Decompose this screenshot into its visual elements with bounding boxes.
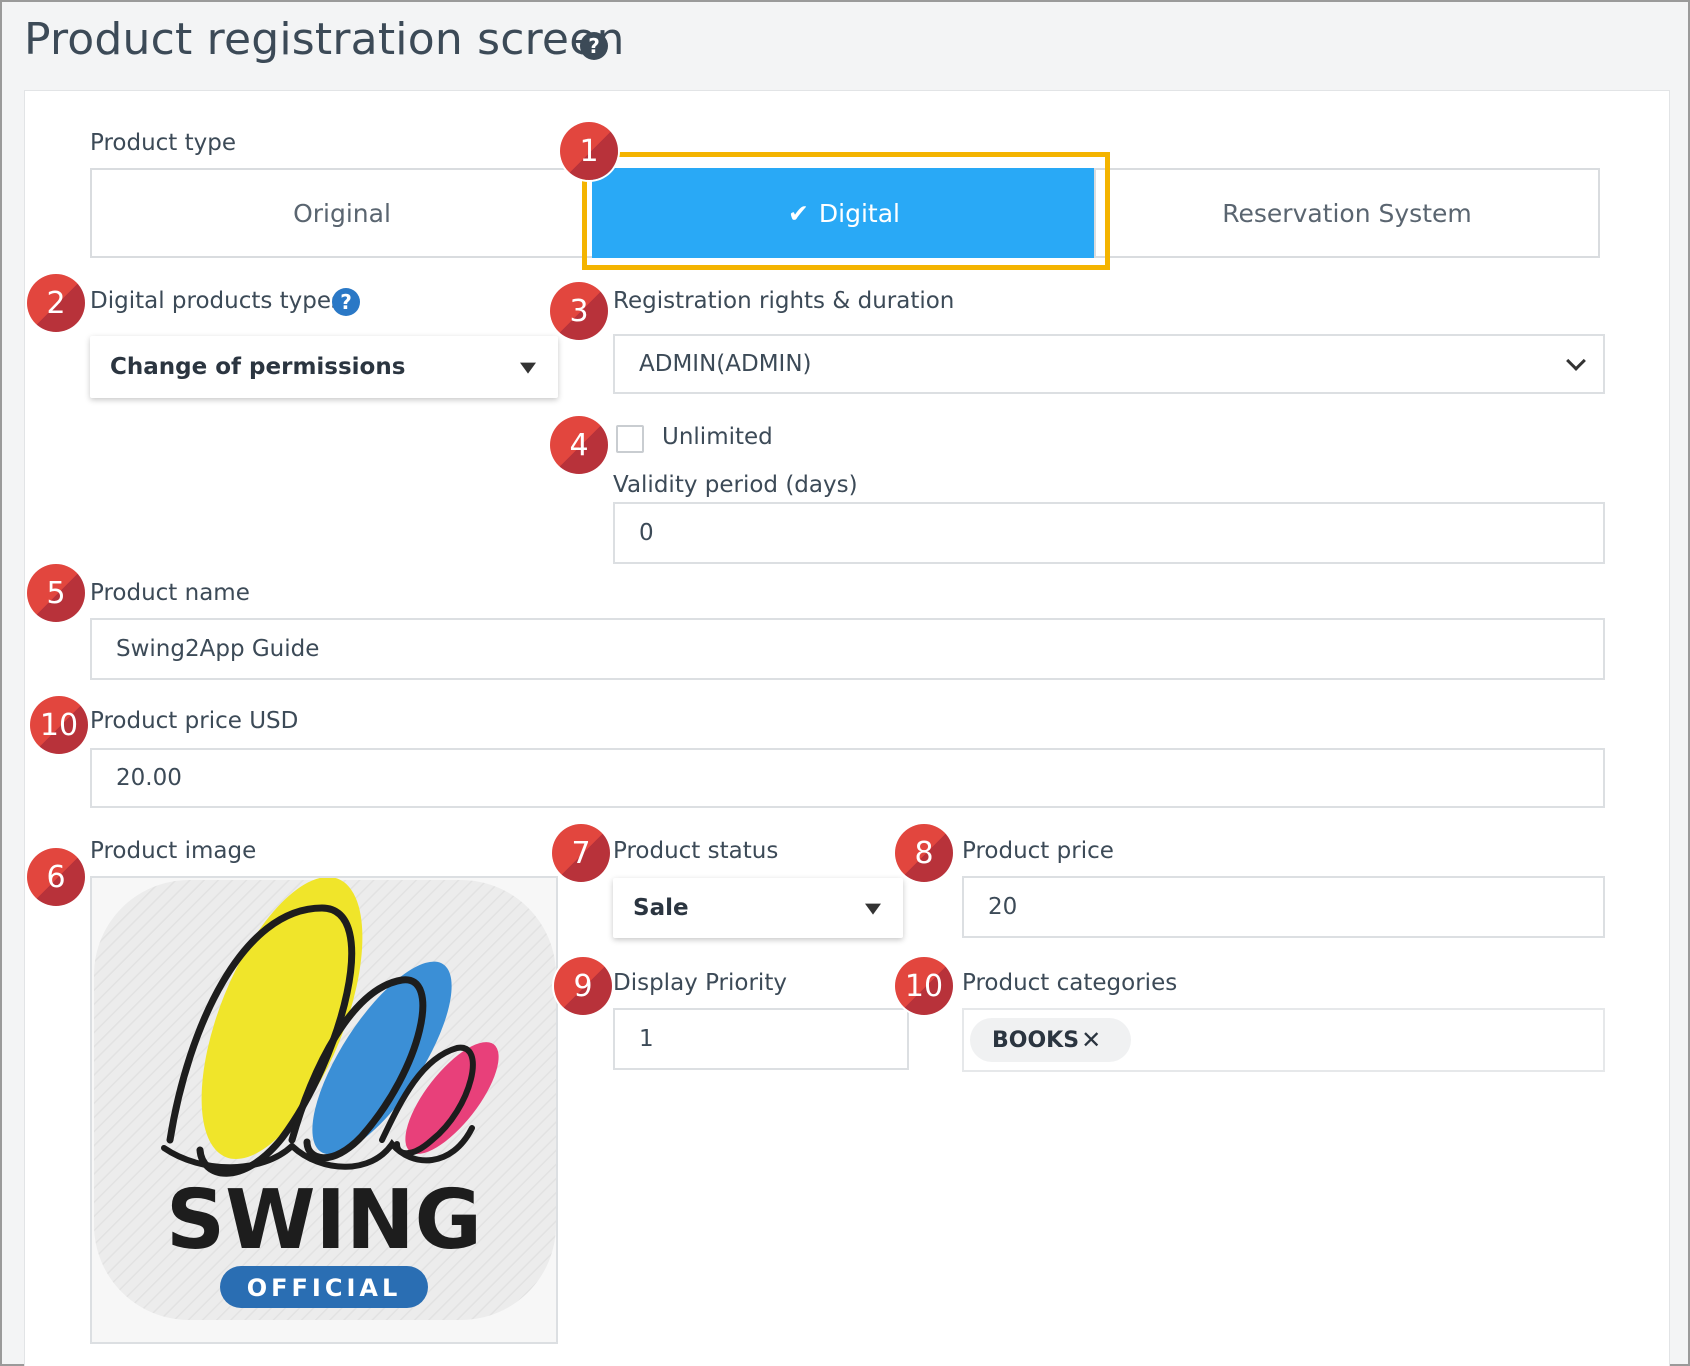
display-priority-input[interactable]: 1	[613, 1008, 909, 1070]
product-price-input[interactable]: 20	[962, 876, 1605, 938]
registration-rights-label: Registration rights & duration	[613, 288, 955, 314]
callout-badge-9: 9	[554, 957, 612, 1015]
registration-rights-value: ADMIN(ADMIN)	[639, 351, 812, 377]
caret-down-icon	[865, 903, 881, 915]
close-icon[interactable]: ✕	[1081, 1026, 1101, 1054]
product-type-original-option[interactable]: Original	[90, 168, 594, 258]
product-type-digital-label: Digital	[818, 198, 901, 228]
question-circle-icon[interactable]: ?	[332, 288, 360, 316]
digital-products-types-label: Digital products types	[90, 288, 344, 314]
product-name-input[interactable]: Swing2App Guide	[90, 618, 1605, 680]
callout-badge-1: 1	[560, 122, 618, 180]
swing-logo-image: SWING OFFICIAL	[94, 878, 556, 1320]
product-status-select[interactable]: Sale	[613, 878, 903, 938]
display-priority-label: Display Priority	[613, 970, 787, 996]
callout-badge-6: 6	[27, 848, 85, 906]
category-tag: BOOKS ✕	[970, 1018, 1132, 1062]
product-categories-label: Product categories	[962, 970, 1178, 996]
validity-period-input[interactable]: 0	[613, 502, 1605, 564]
product-type-original-label: Original	[293, 198, 391, 228]
app-window: Product registration screen ? Product ty…	[0, 0, 1690, 1366]
unlimited-checkbox[interactable]	[616, 425, 644, 453]
registration-rights-select[interactable]: ADMIN(ADMIN)	[613, 334, 1605, 394]
logo-wordmark: SWING	[166, 1173, 482, 1268]
logo-subtext: OFFICIAL	[247, 1274, 402, 1302]
check-icon: ✔	[787, 198, 809, 228]
caret-down-icon	[520, 362, 536, 374]
product-image-upload[interactable]: SWING OFFICIAL	[90, 876, 558, 1344]
page-title: Product registration screen	[24, 14, 625, 65]
product-name-value: Swing2App Guide	[116, 636, 320, 662]
product-image-label: Product image	[90, 838, 257, 864]
chevron-down-icon	[1566, 351, 1586, 371]
product-status-label: Product status	[613, 838, 779, 864]
product-status-value: Sale	[633, 895, 689, 921]
digital-products-types-value: Change of permissions	[110, 354, 406, 380]
callout-badge-8: 8	[895, 824, 953, 882]
product-name-label: Product name	[90, 580, 250, 606]
product-type-digital-option[interactable]: ✔ Digital	[592, 168, 1096, 258]
callout-badge-4: 4	[550, 416, 608, 474]
callout-badge-3: 3	[550, 282, 608, 340]
product-price-usd-input[interactable]: 20.00	[90, 748, 1605, 808]
question-circle-icon[interactable]: ?	[580, 32, 608, 60]
validity-period-value: 0	[639, 520, 654, 546]
callout-badge-10-b: 10	[895, 957, 953, 1015]
product-price-usd-value: 20.00	[116, 765, 182, 791]
product-price-usd-label: Product price USD	[90, 708, 299, 734]
display-priority-value: 1	[639, 1026, 654, 1052]
product-type-label: Product type	[90, 130, 237, 156]
product-type-reservation-option[interactable]: Reservation System	[1094, 168, 1600, 258]
product-price-value: 20	[988, 894, 1018, 920]
callout-badge-7: 7	[552, 824, 610, 882]
callout-badge-10-a: 10	[30, 696, 88, 754]
validity-period-label: Validity period (days)	[613, 472, 858, 498]
product-price-label: Product price	[962, 838, 1114, 864]
category-tag-label: BOOKS	[992, 1027, 1080, 1053]
callout-badge-2: 2	[27, 274, 85, 332]
callout-badge-5: 5	[27, 564, 85, 622]
digital-products-types-select[interactable]: Change of permissions	[90, 336, 558, 398]
unlimited-label: Unlimited	[662, 424, 773, 450]
product-type-reservation-label: Reservation System	[1222, 198, 1472, 228]
